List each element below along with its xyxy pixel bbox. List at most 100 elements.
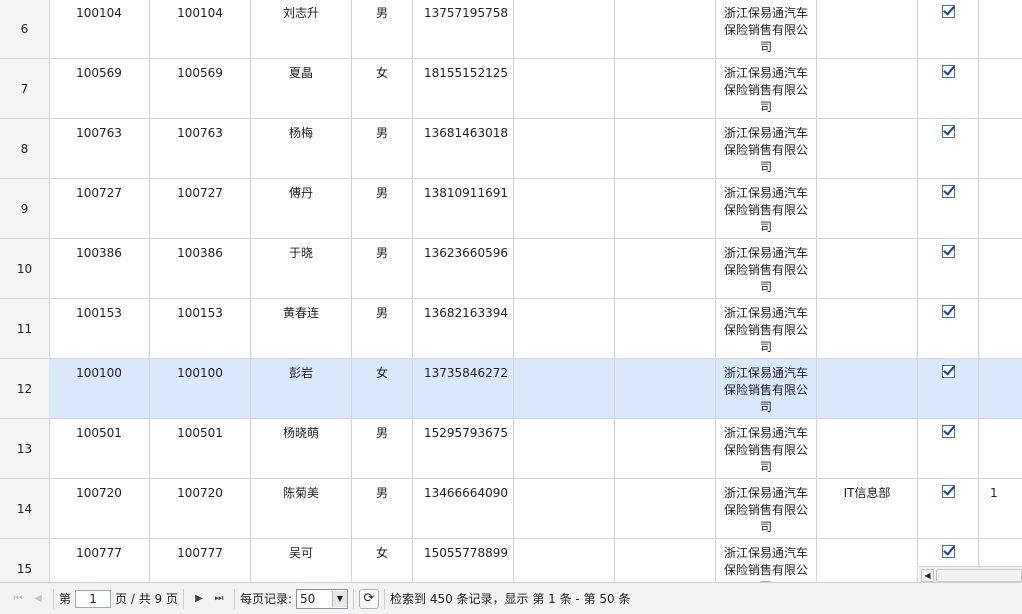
table-row[interactable]: 8 100763 100763 杨梅男 13681463018 浙江保易通汽车保险销售有限… (0, 119, 1022, 179)
cell-company[interactable]: 浙江保易通汽车保险销售有限公司 (716, 239, 817, 299)
cell-empty-b[interactable] (615, 539, 716, 582)
cell-phone[interactable]: 18155152125 (413, 59, 514, 119)
cell-department[interactable]: IT信息部 (817, 479, 918, 539)
table-row[interactable]: 15 100777 100777 吴可女 15055778899 浙江保易通汽车保险销售有… (0, 539, 1022, 582)
prev-page-icon[interactable]: ◀ (28, 589, 48, 609)
cell-employee-id[interactable]: 100727 (49, 179, 150, 239)
cell-company[interactable]: 浙江保易通汽车保险销售有限公司 (716, 539, 817, 582)
table-row[interactable]: 10 100386 100386 于晓男 13623660596 浙江保易通汽车保险销售有… (0, 239, 1022, 299)
cell-gender[interactable]: 女 (352, 539, 413, 582)
cell-gender[interactable]: 男 (352, 0, 413, 59)
cell-name[interactable]: 陈菊美 (251, 479, 352, 539)
checkbox-checked-icon[interactable] (941, 485, 955, 498)
cell-empty-b[interactable] (615, 59, 716, 119)
cell-phone[interactable]: 13466664090 (413, 479, 514, 539)
checkbox-checked-icon[interactable] (941, 5, 955, 18)
checkbox-checked-icon[interactable] (941, 365, 955, 378)
cell-empty-a[interactable] (514, 419, 615, 479)
cell-name[interactable]: 杨梅 (251, 119, 352, 179)
cell-name[interactable]: 黄春连 (251, 299, 352, 359)
cell-name[interactable]: 夏晶 (251, 59, 352, 119)
horizontal-scrollbar[interactable]: ◀ (919, 566, 1022, 582)
cell-gender[interactable]: 男 (352, 179, 413, 239)
cell-company[interactable]: 浙江保易通汽车保险销售有限公司 (716, 179, 817, 239)
table-row[interactable]: 7 100569 100569 夏晶女 18155152125 浙江保易通汽车保险销售有限… (0, 59, 1022, 119)
cell-empty-a[interactable] (514, 299, 615, 359)
cell-empty-b[interactable] (615, 179, 716, 239)
cell-active[interactable] (918, 359, 979, 419)
cell-employee-id[interactable]: 100153 (49, 299, 150, 359)
checkbox-checked-icon[interactable] (941, 125, 955, 138)
checkbox-checked-icon[interactable] (941, 65, 955, 78)
cell-phone[interactable]: 13757195758 (413, 0, 514, 59)
cell-phone[interactable]: 13735846272 (413, 359, 514, 419)
cell-gender[interactable]: 女 (352, 59, 413, 119)
cell-empty-a[interactable] (514, 179, 615, 239)
cell-gender[interactable]: 男 (352, 239, 413, 299)
cell-empty-a[interactable] (514, 239, 615, 299)
cell-employee-id[interactable]: 100386 (49, 239, 150, 299)
cell-gender[interactable]: 女 (352, 359, 413, 419)
cell-department[interactable] (817, 239, 918, 299)
cell-company[interactable]: 浙江保易通汽车保险销售有限公司 (716, 0, 817, 59)
cell-empty-a[interactable] (514, 359, 615, 419)
cell-employee-code[interactable]: 100569 (150, 59, 251, 119)
cell-empty-b[interactable] (615, 119, 716, 179)
cell-gender[interactable]: 男 (352, 119, 413, 179)
cell-employee-id[interactable]: 100569 (49, 59, 150, 119)
cell-gender[interactable]: 男 (352, 479, 413, 539)
cell-empty-b[interactable] (615, 239, 716, 299)
cell-empty-b[interactable] (615, 419, 716, 479)
checkbox-checked-icon[interactable] (941, 185, 955, 198)
cell-employee-code[interactable]: 100153 (150, 299, 251, 359)
cell-active[interactable] (918, 419, 979, 479)
checkbox-checked-icon[interactable] (941, 305, 955, 318)
cell-name[interactable]: 傅丹 (251, 179, 352, 239)
cell-department[interactable] (817, 359, 918, 419)
cell-extra[interactable] (979, 59, 1022, 119)
cell-employee-id[interactable]: 100720 (49, 479, 150, 539)
cell-employee-id[interactable]: 100100 (49, 359, 150, 419)
cell-phone[interactable]: 13810911691 (413, 179, 514, 239)
cell-employee-code[interactable]: 100777 (150, 539, 251, 582)
cell-name[interactable]: 吴可 (251, 539, 352, 582)
table-row[interactable]: 9 100727 100727 傅丹男 13810911691 浙江保易通汽车保险销售有限… (0, 179, 1022, 239)
cell-name[interactable]: 刘志升 (251, 0, 352, 59)
cell-employee-id[interactable]: 100777 (49, 539, 150, 582)
chevron-down-icon[interactable]: ▼ (332, 590, 347, 607)
cell-phone[interactable]: 13682163394 (413, 299, 514, 359)
cell-employee-code[interactable]: 100763 (150, 119, 251, 179)
per-page-select[interactable]: 50 ▼ (296, 588, 348, 609)
cell-company[interactable]: 浙江保易通汽车保险销售有限公司 (716, 59, 817, 119)
cell-department[interactable] (817, 59, 918, 119)
cell-extra[interactable] (979, 239, 1022, 299)
cell-department[interactable] (817, 299, 918, 359)
cell-gender[interactable]: 男 (352, 419, 413, 479)
cell-gender[interactable]: 男 (352, 299, 413, 359)
table-row[interactable]: 6 100104 100104 刘志升男 13757195758 浙江保易通汽车保险销售有… (0, 0, 1022, 59)
table-row[interactable]: 11 100153 100153 黄春连男 13682163394 浙江保易通汽车保险销售… (0, 299, 1022, 359)
cell-company[interactable]: 浙江保易通汽车保险销售有限公司 (716, 419, 817, 479)
scroll-left-icon[interactable]: ◀ (921, 569, 934, 582)
cell-empty-a[interactable] (514, 539, 615, 582)
cell-phone[interactable]: 13623660596 (413, 239, 514, 299)
cell-company[interactable]: 浙江保易通汽车保险销售有限公司 (716, 299, 817, 359)
cell-extra[interactable] (979, 299, 1022, 359)
cell-employee-id[interactable]: 100501 (49, 419, 150, 479)
cell-department[interactable] (817, 419, 918, 479)
cell-employee-code[interactable]: 100501 (150, 419, 251, 479)
cell-employee-id[interactable]: 100763 (49, 119, 150, 179)
cell-active[interactable] (918, 119, 979, 179)
cell-active[interactable] (918, 179, 979, 239)
cell-extra[interactable]: 1 (979, 479, 1022, 539)
cell-department[interactable] (817, 539, 918, 582)
checkbox-checked-icon[interactable] (941, 425, 955, 438)
cell-extra[interactable] (979, 419, 1022, 479)
last-page-icon[interactable]: ⏭ (209, 589, 229, 609)
cell-empty-a[interactable] (514, 119, 615, 179)
cell-employee-code[interactable]: 100100 (150, 359, 251, 419)
cell-phone[interactable]: 15295793675 (413, 419, 514, 479)
cell-empty-b[interactable] (615, 299, 716, 359)
cell-company[interactable]: 浙江保易通汽车保险销售有限公司 (716, 359, 817, 419)
cell-extra[interactable] (979, 119, 1022, 179)
